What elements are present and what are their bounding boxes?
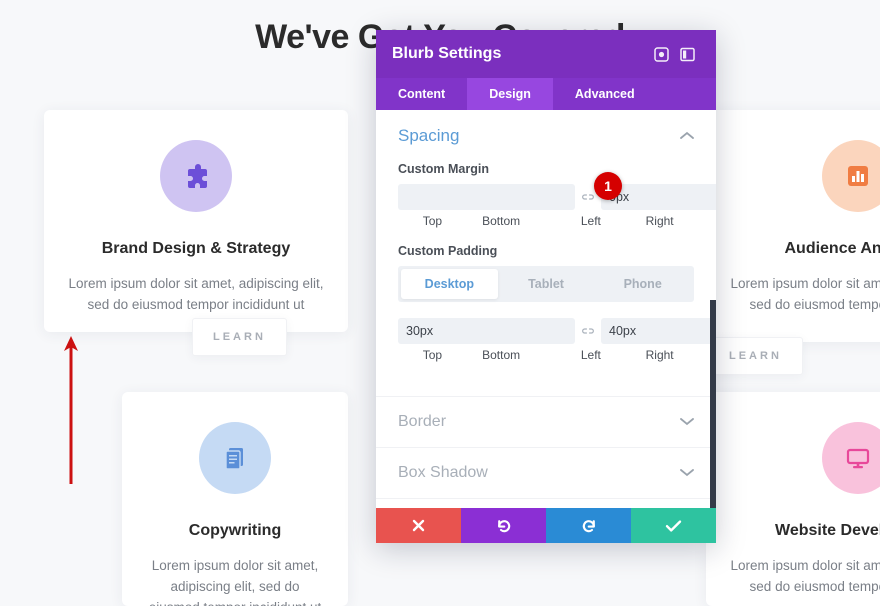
card-title: Copywriting [188, 522, 282, 539]
document-icon [199, 422, 271, 494]
focus-target-icon[interactable] [648, 41, 674, 67]
learn-button-audience-analytics[interactable]: LEARN [708, 337, 803, 375]
puzzle-piece-icon [160, 140, 232, 212]
card-description: Lorem ipsum dolor sit amet, adipiscing e… [730, 558, 880, 594]
modal-header: Blurb Settings [376, 30, 716, 78]
modal-scrollbar-thumb[interactable] [710, 300, 716, 508]
spacing-section: Spacing Custom Margin 0px Top Bottom Lef… [376, 110, 716, 396]
custom-margin-inputs [398, 184, 716, 210]
section-border-title: Border [398, 413, 447, 430]
custom-padding-labels: Top Bottom Left Right [398, 348, 694, 362]
modal-footer-actions [376, 508, 716, 543]
device-tab-tablet[interactable]: Tablet [498, 269, 595, 299]
chevron-down-icon[interactable] [680, 464, 694, 482]
margin-top-input[interactable] [398, 184, 575, 210]
screenshot-stage: We've Got You Covered Brand Design & Str… [0, 0, 880, 606]
service-card-copywriting: Copywriting Lorem ipsum dolor sit amet, … [122, 392, 348, 606]
chevron-up-icon[interactable] [680, 127, 694, 145]
service-card-website-development: Website Development Lorem ipsum dolor si… [706, 392, 880, 606]
chevron-down-icon[interactable] [680, 413, 694, 431]
modal-title: Blurb Settings [392, 45, 502, 62]
margin-right-label: Right [645, 214, 674, 228]
device-tab-desktop[interactable]: Desktop [401, 269, 498, 299]
spacing-section-title: Spacing [398, 126, 460, 145]
service-card-audience-analytics: Audience Analytics Lorem ipsum dolor sit… [706, 110, 880, 342]
section-box-shadow-title: Box Shadow [398, 464, 488, 481]
spacing-section-header[interactable]: Spacing [398, 126, 694, 146]
device-tab-phone[interactable]: Phone [594, 269, 691, 299]
learn-button-brand-design[interactable]: LEARN [192, 318, 287, 356]
padding-link-top-bottom-icon[interactable] [575, 326, 601, 336]
custom-margin-labels: Top Bottom Left Right [398, 214, 694, 228]
margin-left-label: Left [580, 214, 601, 228]
padding-right-label: Right [645, 348, 674, 362]
section-box-shadow[interactable]: Box Shadow [376, 447, 716, 498]
annotation-badge-1: 1 [594, 172, 622, 200]
tab-content[interactable]: Content [376, 78, 467, 110]
modal-tab-bar: Content Design Advanced [376, 78, 716, 110]
custom-padding-label: Custom Padding [398, 244, 498, 258]
margin-top-label: Top [422, 214, 443, 228]
cancel-button[interactable] [376, 508, 461, 543]
modal-body: Spacing Custom Margin 0px Top Bottom Lef… [376, 110, 716, 508]
redo-button[interactable] [546, 508, 631, 543]
margin-bottom-label: Bottom [482, 214, 521, 228]
undo-button[interactable] [461, 508, 546, 543]
padding-bottom-label: Bottom [482, 348, 521, 362]
padding-left-label: Left [580, 348, 601, 362]
bar-chart-icon [822, 140, 880, 212]
monitor-icon [822, 422, 880, 494]
device-preview-tabs: Desktop Tablet Phone [398, 266, 694, 302]
annotation-arrow-up [62, 334, 80, 484]
custom-margin-label: Custom Margin [398, 162, 489, 176]
padding-bottom-input[interactable] [601, 318, 716, 344]
section-border[interactable]: Border [376, 396, 716, 447]
tab-design[interactable]: Design [467, 78, 553, 110]
card-title: Website Development [775, 522, 880, 539]
padding-top-label: Top [422, 348, 443, 362]
card-title: Brand Design & Strategy [101, 240, 291, 257]
panel-layout-icon[interactable] [674, 41, 700, 67]
blurb-settings-modal: Blurb Settings Content Design Advanced S… [376, 30, 716, 543]
tab-advanced[interactable]: Advanced [553, 78, 657, 110]
card-description: Lorem ipsum dolor sit amet, adipiscing e… [68, 276, 324, 312]
section-filters[interactable]: Filters [376, 498, 716, 508]
card-title: Audience Analytics [784, 240, 880, 257]
padding-top-input[interactable] [398, 318, 575, 344]
service-card-brand-design: Brand Design & Strategy Lorem ipsum dolo… [44, 110, 348, 332]
save-button[interactable] [631, 508, 716, 543]
card-description: Lorem ipsum dolor sit amet, adipiscing e… [730, 276, 880, 312]
custom-padding-inputs [398, 318, 716, 344]
card-description: Lorem ipsum dolor sit amet, adipiscing e… [149, 558, 322, 606]
